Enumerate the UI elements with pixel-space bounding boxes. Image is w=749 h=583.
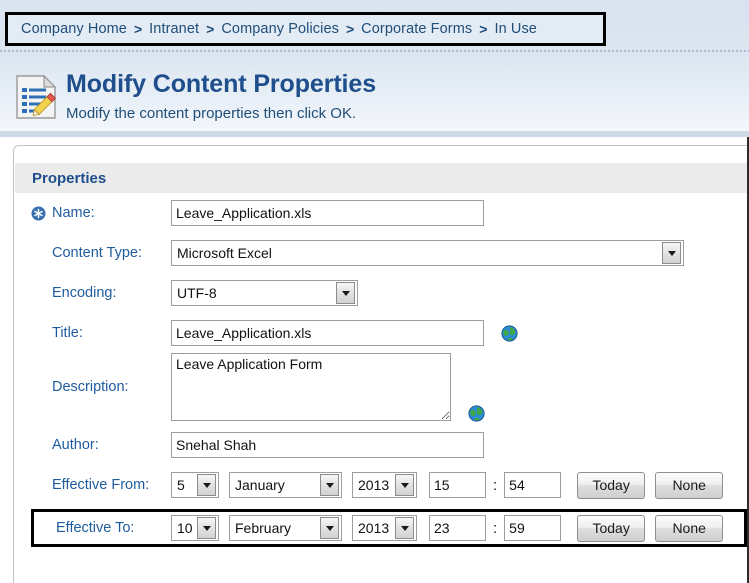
breadcrumb-separator: >	[345, 21, 355, 37]
document-edit-icon	[14, 74, 58, 120]
breadcrumb-item-company-policies[interactable]: Company Policies	[221, 21, 339, 37]
required-asterisk-icon	[31, 206, 46, 221]
effective-to-hour-input[interactable]	[429, 515, 486, 541]
effective-from-hour-input[interactable]	[429, 472, 486, 498]
author-input[interactable]	[171, 432, 484, 458]
properties-form: Name: Content Type: Microsoft Excel Enco…	[14, 193, 748, 551]
breadcrumb-separator: >	[206, 21, 215, 37]
label-content-type: Content Type:	[52, 245, 143, 261]
row-description: Description: Leave Application Form	[14, 353, 748, 425]
chevron-down-icon	[395, 517, 414, 539]
chevron-down-icon	[395, 474, 414, 496]
effective-to-day-value: 10	[177, 520, 193, 536]
encoding-value: UTF-8	[177, 285, 217, 301]
effective-from-none-button[interactable]: None	[655, 471, 724, 499]
effective-to-year-select[interactable]: 2013	[352, 515, 417, 541]
row-author: Author:	[14, 425, 748, 465]
label-encoding: Encoding:	[52, 285, 117, 301]
breadcrumb-separator: >	[479, 21, 488, 37]
effective-to-time-separator: :	[493, 519, 498, 537]
breadcrumb-item-intranet[interactable]: Intranet	[149, 21, 199, 37]
effective-from-minute-input[interactable]	[504, 472, 562, 498]
effective-to-month-select[interactable]: February	[229, 515, 342, 541]
row-name: Name:	[14, 193, 748, 233]
row-effective-from: Effective From: 5 January 2013 :	[14, 465, 748, 505]
effective-to-year-value: 2013	[358, 520, 390, 536]
breadcrumb-item-in-use[interactable]: In Use	[494, 21, 537, 37]
content-type-select[interactable]: Microsoft Excel	[171, 240, 684, 266]
chevron-down-icon	[662, 242, 681, 264]
properties-panel: Properties Name: Leave_Application.xls C…	[13, 145, 748, 583]
label-effective-from: Effective From:	[52, 477, 150, 493]
content-type-value: Microsoft Excel	[177, 245, 272, 261]
chevron-down-icon	[197, 517, 216, 539]
effective-to-minute-input[interactable]	[504, 515, 562, 541]
row-effective-to: Effective To: 10 February 2013 :	[14, 505, 748, 551]
effective-from-month-value: January	[235, 477, 285, 493]
effective-to-day-select[interactable]: 10	[171, 515, 219, 541]
description-textarea[interactable]: Leave Application Form	[171, 353, 451, 421]
globe-icon[interactable]	[501, 324, 518, 342]
chevron-down-icon	[336, 282, 355, 304]
page-subtitle: Modify the content properties then click…	[66, 105, 357, 122]
properties-section-header: Properties	[15, 163, 748, 193]
effective-from-time-separator: :	[493, 476, 498, 494]
label-effective-to: Effective To:	[56, 520, 135, 536]
chevron-down-icon	[197, 474, 216, 496]
breadcrumb-item-corporate-forms[interactable]: Corporate Forms	[361, 21, 472, 37]
effective-from-day-select[interactable]: 5	[171, 472, 219, 498]
page-banner: Company Home > Intranet > Company Polici…	[0, 0, 749, 137]
effective-from-today-button[interactable]: Today	[577, 471, 646, 499]
label-author: Author:	[52, 437, 99, 453]
page-title: Modify Content Properties	[66, 70, 377, 98]
chevron-down-icon	[320, 474, 339, 496]
effective-to-today-button[interactable]: Today	[577, 514, 646, 542]
modify-content-properties-page: Company Home > Intranet > Company Polici…	[0, 0, 749, 583]
label-name: Name:	[52, 205, 95, 221]
effective-from-day-value: 5	[177, 477, 185, 493]
name-input[interactable]	[171, 200, 484, 226]
chevron-down-icon	[320, 517, 339, 539]
content-area: Properties Name: Leave_Application.xls C…	[0, 137, 749, 583]
globe-icon[interactable]	[468, 405, 485, 422]
row-content-type: Content Type: Microsoft Excel	[14, 233, 748, 273]
label-title: Title:	[52, 325, 83, 341]
breadcrumb-item-company-home[interactable]: Company Home	[21, 21, 127, 37]
effective-to-none-button[interactable]: None	[655, 514, 724, 542]
title-input[interactable]	[171, 320, 484, 346]
breadcrumb-divider	[0, 50, 749, 52]
encoding-select[interactable]: UTF-8	[171, 280, 358, 306]
row-title: Title:	[14, 313, 748, 353]
breadcrumb-separator: >	[133, 21, 143, 37]
breadcrumb: Company Home > Intranet > Company Polici…	[5, 12, 606, 46]
effective-from-year-value: 2013	[358, 477, 390, 493]
label-description: Description:	[52, 379, 129, 395]
row-encoding: Encoding: UTF-8	[14, 273, 748, 313]
effective-from-year-select[interactable]: 2013	[352, 472, 417, 498]
effective-from-month-select[interactable]: January	[229, 472, 342, 498]
effective-to-month-value: February	[235, 520, 292, 536]
properties-section-title: Properties	[32, 169, 107, 187]
